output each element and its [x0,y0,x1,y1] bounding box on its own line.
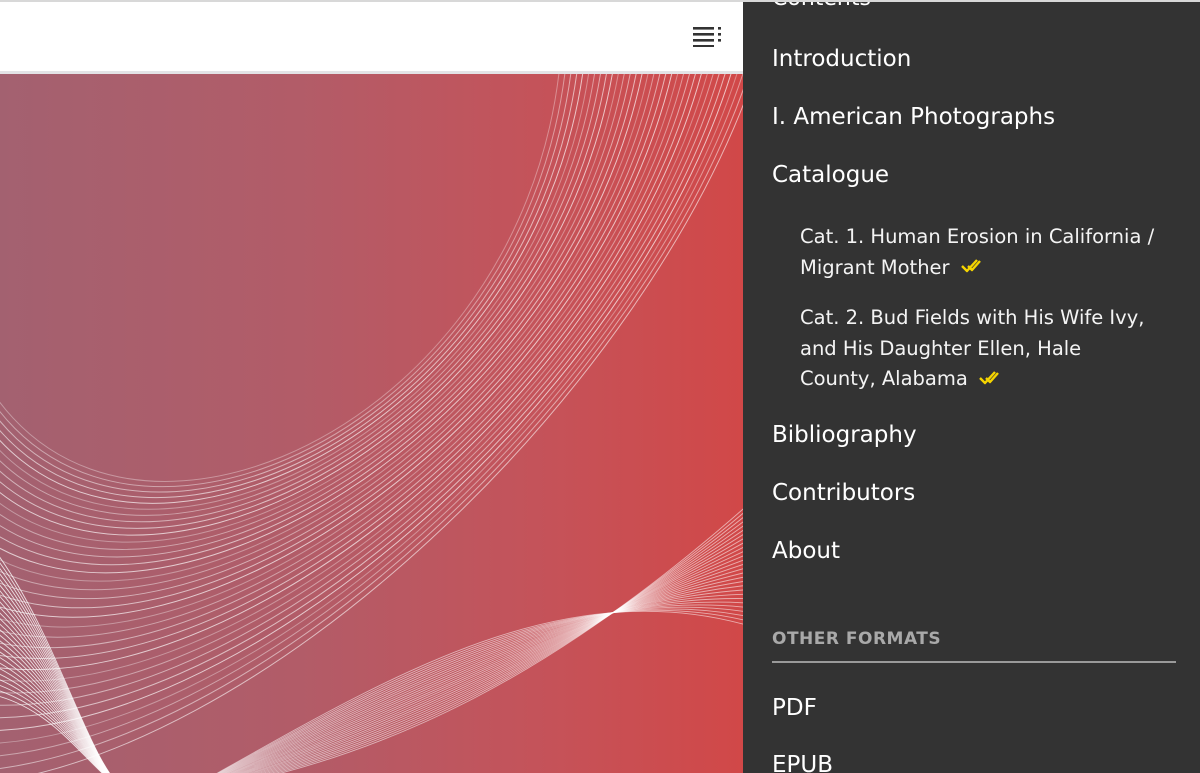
wave-line [218,608,743,773]
cat-2-line-3-row: County, Alabama [800,364,1160,395]
wave-line [0,662,106,773]
top-border [0,0,1200,2]
wave-line [0,74,613,536]
wave-line [234,568,743,773]
cat-2-line-2: and His Daughter Ellen, Hale [800,336,1082,360]
wave-line [230,576,743,773]
toc-toggle-button[interactable] [688,20,728,52]
page-area [0,2,743,773]
toc-item-contributors[interactable]: Contributors [772,480,915,506]
toc-item-catalogue[interactable]: Catalogue [772,162,889,188]
cat-1-line-1: Cat. 1. Human Erosion in California / [800,225,1155,248]
other-formats-heading: OTHER FORMATS [772,629,942,649]
cat-2-line-1: Cat. 2. Bud Fields with His Wife Ivy, [800,306,1145,329]
wave-line [262,525,743,773]
wave-line [270,517,743,773]
wave-line [0,74,560,482]
cat-1-line-2: Migrant Mother [800,255,950,279]
cat-2-line-3: County, Alabama [800,367,968,390]
wave-line [0,74,661,600]
wave-line [226,589,743,773]
wave-line [0,74,738,744]
wave-line [0,74,678,628]
cover-image [0,74,743,773]
wave-line [0,74,625,550]
toc-item-bibliography[interactable]: Bibliography [772,422,917,448]
page-header [0,2,743,74]
wave-line [0,74,601,523]
wave-line [224,593,743,773]
format-pdf-link[interactable]: PDF [772,695,817,721]
wave-line [251,538,743,773]
wave-line [0,74,583,504]
double-check-icon [960,259,981,273]
toc-item-introduction[interactable]: Introduction [772,46,911,72]
toc-item-cat-1[interactable]: Cat. 1. Human Erosion in California / Mi… [800,222,1160,283]
wave-line [0,74,566,488]
table-of-contents-panel: Contents Introduction I. American Photog… [743,0,1200,773]
wave-line [0,74,673,618]
toc-item-american-photographs[interactable]: I. American Photographs [772,104,1055,130]
wave-line [0,74,732,731]
wave-line [266,521,743,773]
toc-item-about[interactable]: About [772,538,840,564]
wave-line [0,88,743,769]
wave-line [0,74,696,659]
toc-item-cat-2[interactable]: Cat. 2. Bud Fields with His Wife Ivy, an… [800,303,1160,395]
divider [772,661,1176,663]
wave-line [275,512,743,773]
wave-line [0,74,655,591]
wave-line [255,534,743,773]
cat-1-line-2-row: Migrant Mother [800,253,1160,284]
wave-line [0,74,702,671]
wave-lines-graphic [0,74,743,773]
list-menu-icon [693,27,721,47]
wave-line [0,74,643,574]
format-epub-link[interactable]: EPUB [772,752,833,773]
wave-line [0,74,578,498]
double-check-icon [978,370,999,384]
